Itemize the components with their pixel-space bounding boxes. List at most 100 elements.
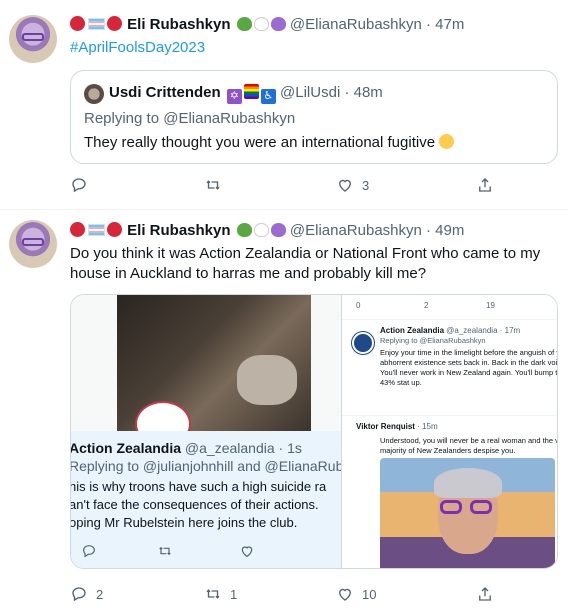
tomato-emoji-icon	[107, 222, 122, 237]
reply-icon	[83, 545, 95, 558]
quote-header: Usdi Crittenden ✡ ♿ @LilUsdi · 48m	[109, 84, 383, 104]
trans-flag-icon	[88, 224, 105, 236]
like-count: 3	[362, 177, 370, 193]
laughing-emoji-icon	[439, 134, 455, 149]
green-heart-icon	[236, 17, 252, 31]
green-heart-icon	[236, 223, 252, 237]
inner-tweet-line: oping Mr Rubelstein here joins the club.	[70, 515, 298, 530]
embedded-line: You'll never work in New Zealand again. …	[380, 368, 558, 377]
retweet-count: 1	[230, 586, 238, 602]
retweet-icon	[206, 589, 220, 599]
tomato-emoji-icon	[70, 16, 85, 31]
share-button[interactable]	[476, 176, 494, 194]
embedded-retweet-count: 2	[424, 301, 429, 310]
inner-tweet-line: an't face the consequences of their acti…	[70, 497, 319, 512]
tweet-actions: 3	[70, 176, 500, 196]
star-of-david-icon: ✡	[226, 89, 242, 104]
trans-flag-icon	[88, 18, 105, 30]
embedded-header: Action Zealandia @a_zealandia · 17m	[380, 326, 520, 335]
wheelchair-icon: ♿	[260, 89, 276, 104]
rainbow-flag-icon	[243, 84, 259, 99]
embedded-like-count: 19	[486, 301, 495, 310]
tomato-emoji-icon	[107, 16, 122, 31]
embedded-line: 43% stat up.	[380, 378, 422, 387]
inner-tweet-line: his is why troons have such a high suici…	[70, 479, 327, 494]
embedded-actions: 0 2 19	[356, 301, 556, 315]
tweet-time[interactable]: · 47m	[426, 16, 464, 33]
purple-heart-icon	[270, 223, 286, 237]
author-handle[interactable]: @ElianaRubashkyn	[290, 222, 422, 239]
reply-button[interactable]	[70, 176, 96, 194]
tweet-time[interactable]: · 49m	[426, 222, 464, 239]
share-button[interactable]	[476, 585, 494, 603]
inner-tweet: Action Zealandia @a_zealandia · 1s Reply…	[70, 431, 351, 568]
quote-time: · 48m	[344, 84, 383, 101]
embedded-time: · 15m	[417, 422, 438, 431]
share-icon	[479, 178, 491, 192]
purple-heart-icon	[270, 17, 286, 31]
white-heart-icon	[253, 223, 269, 237]
selfie-photo	[380, 458, 555, 568]
photo-detail	[237, 355, 297, 405]
embedded-handle: @a_zealandia · 17m	[446, 326, 521, 335]
embedded-tweet: Viktor Renquist · 15m Understood, you wi…	[342, 415, 558, 568]
tweet-header: Eli Rubashkyn @ElianaRubashkyn · 49m	[70, 221, 464, 241]
embedded-line: abhorrent existence sets back in. Back i…	[380, 358, 558, 367]
inner-tweet-handle: @a_zealandia	[184, 440, 275, 456]
like-button[interactable]: 3	[336, 176, 369, 194]
tweet[interactable]: Eli Rubashkyn @ElianaRubashkyn · 47m #Ap…	[0, 0, 568, 210]
tweet-header: Eli Rubashkyn @ElianaRubashkyn · 47m	[70, 15, 464, 35]
inner-tweet-header: Action Zealandia @a_zealandia · 1s	[70, 440, 302, 456]
tweet-media[interactable]: Action Zealandia @a_zealandia · 1s Reply…	[70, 294, 558, 569]
white-heart-icon	[253, 17, 269, 31]
inner-tweet-time: · 1s	[278, 440, 302, 456]
hashtag-link[interactable]: #AprilFoolsDay2023	[70, 39, 205, 56]
screenshot-left: Action Zealandia @a_zealandia · 1s Reply…	[70, 295, 351, 568]
glasses-icon	[440, 500, 462, 514]
retweet-icon	[159, 546, 171, 556]
embedded-line: majority of New Zealanders despise you.	[380, 446, 516, 455]
embedded-line: Enjoy your time in the limelight before …	[380, 348, 558, 357]
glasses-icon	[22, 33, 44, 41]
tweet-text: Do you think it was Action Zealandia or …	[70, 245, 541, 282]
embedded-header: Viktor Renquist · 15m	[356, 422, 438, 431]
inner-replying-to: Replying to @julianjohnhill and @ElianaR…	[70, 458, 352, 474]
embedded-name: Action Zealandia	[380, 326, 445, 335]
tweet-actions: 2 1 10	[70, 585, 500, 605]
inner-tweet-name: Action Zealandia	[70, 440, 182, 456]
author-name[interactable]: Eli Rubashkyn	[127, 16, 230, 33]
author-handle[interactable]: @ElianaRubashkyn	[290, 16, 422, 33]
hair	[434, 468, 502, 498]
quote-author-handle: @LilUsdi	[280, 84, 341, 101]
quote-tweet[interactable]: Usdi Crittenden ✡ ♿ @LilUsdi · 48m Replyi…	[70, 70, 558, 164]
retweet-button[interactable]	[204, 176, 230, 194]
avatar[interactable]	[9, 220, 57, 268]
like-count: 10	[362, 586, 377, 602]
quote-body: They really thought you were an internat…	[84, 134, 436, 151]
reply-count: 2	[96, 586, 104, 602]
embedded-replying-to: Replying to @ElianaRubashkyn	[380, 336, 486, 345]
heart-icon	[339, 588, 351, 601]
reply-icon	[72, 178, 86, 193]
embedded-name: Viktor Renquist	[356, 422, 415, 431]
author-name[interactable]: Eli Rubashkyn	[127, 222, 230, 239]
quote-author-name: Usdi Crittenden	[109, 84, 221, 101]
quote-text: They really thought you were an internat…	[84, 134, 455, 151]
embedded-reply-count: 0	[356, 301, 361, 310]
embedded-line: Understood, you will never be a real wom…	[380, 436, 558, 445]
inner-tweet-actions	[81, 543, 321, 561]
screenshot-right: 0 2 19 Action Zealandia @a_zealandia · 1…	[341, 295, 558, 568]
tweet[interactable]: Eli Rubashkyn @ElianaRubashkyn · 49m Do …	[0, 210, 568, 616]
heart-icon	[241, 546, 253, 558]
reply-button[interactable]: 2	[70, 585, 103, 603]
like-button[interactable]: 10	[336, 585, 376, 603]
replying-to: Replying to @ElianaRubashkyn	[84, 110, 296, 127]
avatar[interactable]	[9, 15, 57, 63]
retweet-button[interactable]: 1	[204, 585, 237, 603]
tomato-emoji-icon	[70, 222, 85, 237]
glasses-icon	[470, 500, 492, 514]
avatar	[84, 84, 104, 104]
glasses-icon	[22, 238, 44, 246]
retweet-icon	[206, 180, 220, 190]
heart-icon	[339, 179, 351, 192]
